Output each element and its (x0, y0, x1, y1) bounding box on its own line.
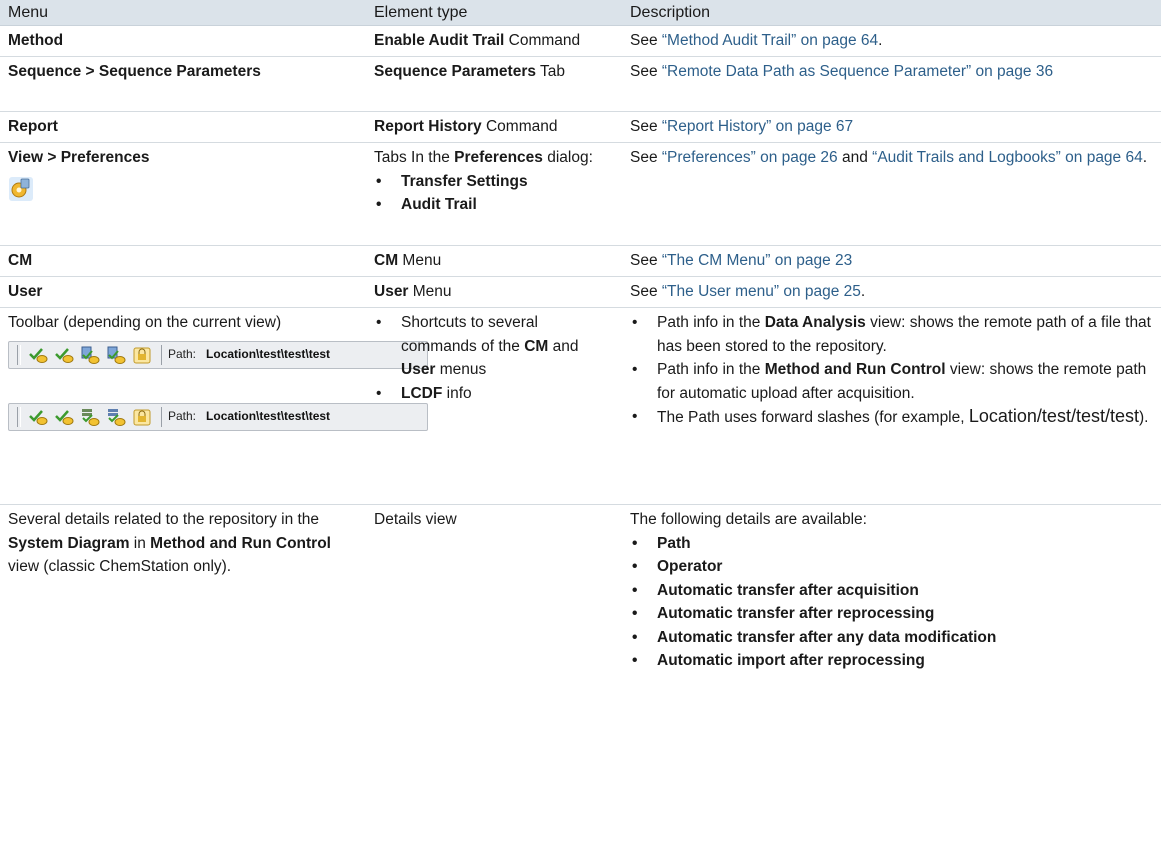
list-item: Path info in the Method and Run Control … (630, 358, 1155, 405)
menu-label: Toolbar (depending on the current view) (8, 314, 282, 331)
list-item: Automatic transfer after reprocessing (630, 602, 1155, 626)
sequence-check-in-icon[interactable] (79, 406, 101, 428)
description-cell: Path info in the Data Analysis view: sho… (622, 307, 1161, 505)
type-cell: Report History Command (366, 111, 622, 143)
lock-icon[interactable] (131, 344, 153, 366)
menu-cell: Report (0, 111, 366, 143)
header-menu: Menu (0, 0, 366, 26)
list-item: LCDF info (374, 382, 616, 406)
description-cell: See “The User menu” on page 25. (622, 276, 1161, 308)
menu-cell: User (0, 276, 366, 308)
preferences-icon (9, 176, 33, 201)
path-label: Path: (168, 346, 197, 361)
toolbar-screenshot-data-analysis: Path: Location\test\test\test (8, 340, 428, 369)
table-row: CM CM Menu See “The CM Menu” on page 23 (0, 245, 1161, 277)
menu-label: View > Preferences (8, 149, 150, 166)
toolbar-description-list: Path info in the Data Analysis view: sho… (630, 311, 1155, 430)
cross-reference-link[interactable]: “The CM Menu” on page 23 (662, 252, 852, 269)
list-item: The Path uses forward slashes (for examp… (630, 405, 1155, 430)
table-row: View > Preferences Tabs In the Preferenc… (0, 142, 1161, 246)
lock-icon[interactable] (131, 406, 153, 428)
table-row: Report Report History Command See “Repor… (0, 111, 1161, 143)
toolbar-grip (17, 406, 21, 427)
description-cell: The following details are available: Pat… (622, 505, 1161, 697)
list-item: Automatic import after reprocessing (630, 649, 1155, 673)
check-out-icon[interactable] (53, 406, 75, 428)
table-header-row: Menu Element type Description (0, 0, 1161, 26)
menu-cell: Method (0, 25, 366, 57)
description-cell: See “The CM Menu” on page 23 (622, 245, 1161, 277)
report-check-in-icon[interactable] (79, 344, 101, 366)
table-row: User User Menu See “The User menu” on pa… (0, 276, 1161, 308)
cross-reference-link[interactable]: “Audit Trails and Logbooks” on page 64 (872, 149, 1143, 166)
table-row: Method Enable Audit Trail Command See “M… (0, 25, 1161, 57)
description-cell: See “Method Audit Trail” on page 64. (622, 25, 1161, 57)
check-in-icon[interactable] (27, 406, 49, 428)
table-row: Toolbar (depending on the current view) … (0, 307, 1161, 505)
details-list: Path Operator Automatic transfer after a… (630, 532, 1155, 673)
list-item: Shortcuts to several commands of the CM … (374, 311, 616, 382)
cross-reference-link[interactable]: “Remote Data Path as Sequence Parameter”… (662, 63, 1053, 80)
header-element-type: Element type (366, 0, 622, 26)
type-cell: Enable Audit Trail Command (366, 25, 622, 57)
sequence-check-out-icon[interactable] (105, 406, 127, 428)
path-value: Location\test\test\test (206, 408, 331, 423)
description-cell: See “Report History” on page 67 (622, 111, 1161, 143)
toolbar-type-list: Shortcuts to several commands of the CM … (374, 311, 616, 405)
list-item: Path info in the Data Analysis view: sho… (630, 311, 1155, 358)
report-check-out-icon[interactable] (105, 344, 127, 366)
type-cell: User Menu (366, 276, 622, 308)
cross-reference-link[interactable]: “Method Audit Trail” on page 64 (662, 32, 878, 49)
table-row: Sequence > Sequence Parameters Sequence … (0, 56, 1161, 112)
path-label: Path: (168, 408, 197, 423)
type-cell: Tabs In the Preferences dialog: Transfer… (366, 142, 622, 246)
type-cell: Details view (374, 511, 457, 528)
description-cell: See “Preferences” on page 26 and “Audit … (622, 142, 1161, 246)
menu-reference-table: Menu Element type Description Method Ena… (0, 0, 1161, 696)
menu-cell: View > Preferences (0, 142, 366, 246)
menu-cell: Toolbar (depending on the current view) … (0, 307, 428, 505)
menu-cell: Several details related to the repositor… (8, 511, 331, 575)
toolbar-grip (17, 344, 21, 365)
tabs-list: Transfer Settings Audit Trail (374, 170, 616, 217)
path-value: Location\test\test\test (206, 346, 331, 361)
menu-cell: CM (0, 245, 366, 277)
list-item: Operator (630, 555, 1155, 579)
check-out-icon[interactable] (53, 344, 75, 366)
cross-reference-link[interactable]: “Preferences” on page 26 (662, 149, 838, 166)
type-cell: Sequence Parameters Tab (366, 56, 622, 112)
toolbar-separator (161, 344, 162, 365)
toolbar-separator (161, 406, 162, 427)
list-item: Transfer Settings (374, 170, 616, 194)
table-row: Several details related to the repositor… (0, 505, 1161, 697)
list-item: Path (630, 532, 1155, 556)
header-description: Description (622, 0, 1161, 26)
cross-reference-link[interactable]: “The User menu” on page 25 (662, 283, 861, 300)
toolbar-screenshot-method-run-control: Path: Location\test\test\test (8, 402, 428, 431)
description-cell: See “Remote Data Path as Sequence Parame… (622, 56, 1161, 112)
list-item: Audit Trail (374, 193, 616, 217)
cross-reference-link[interactable]: “Report History” on page 67 (662, 118, 853, 135)
type-cell: CM Menu (366, 245, 622, 277)
list-item: Automatic transfer after acquisition (630, 579, 1155, 603)
check-in-icon[interactable] (27, 344, 49, 366)
details-intro: The following details are available: (630, 511, 867, 528)
menu-cell: Sequence > Sequence Parameters (0, 56, 366, 112)
list-item: Automatic transfer after any data modifi… (630, 626, 1155, 650)
